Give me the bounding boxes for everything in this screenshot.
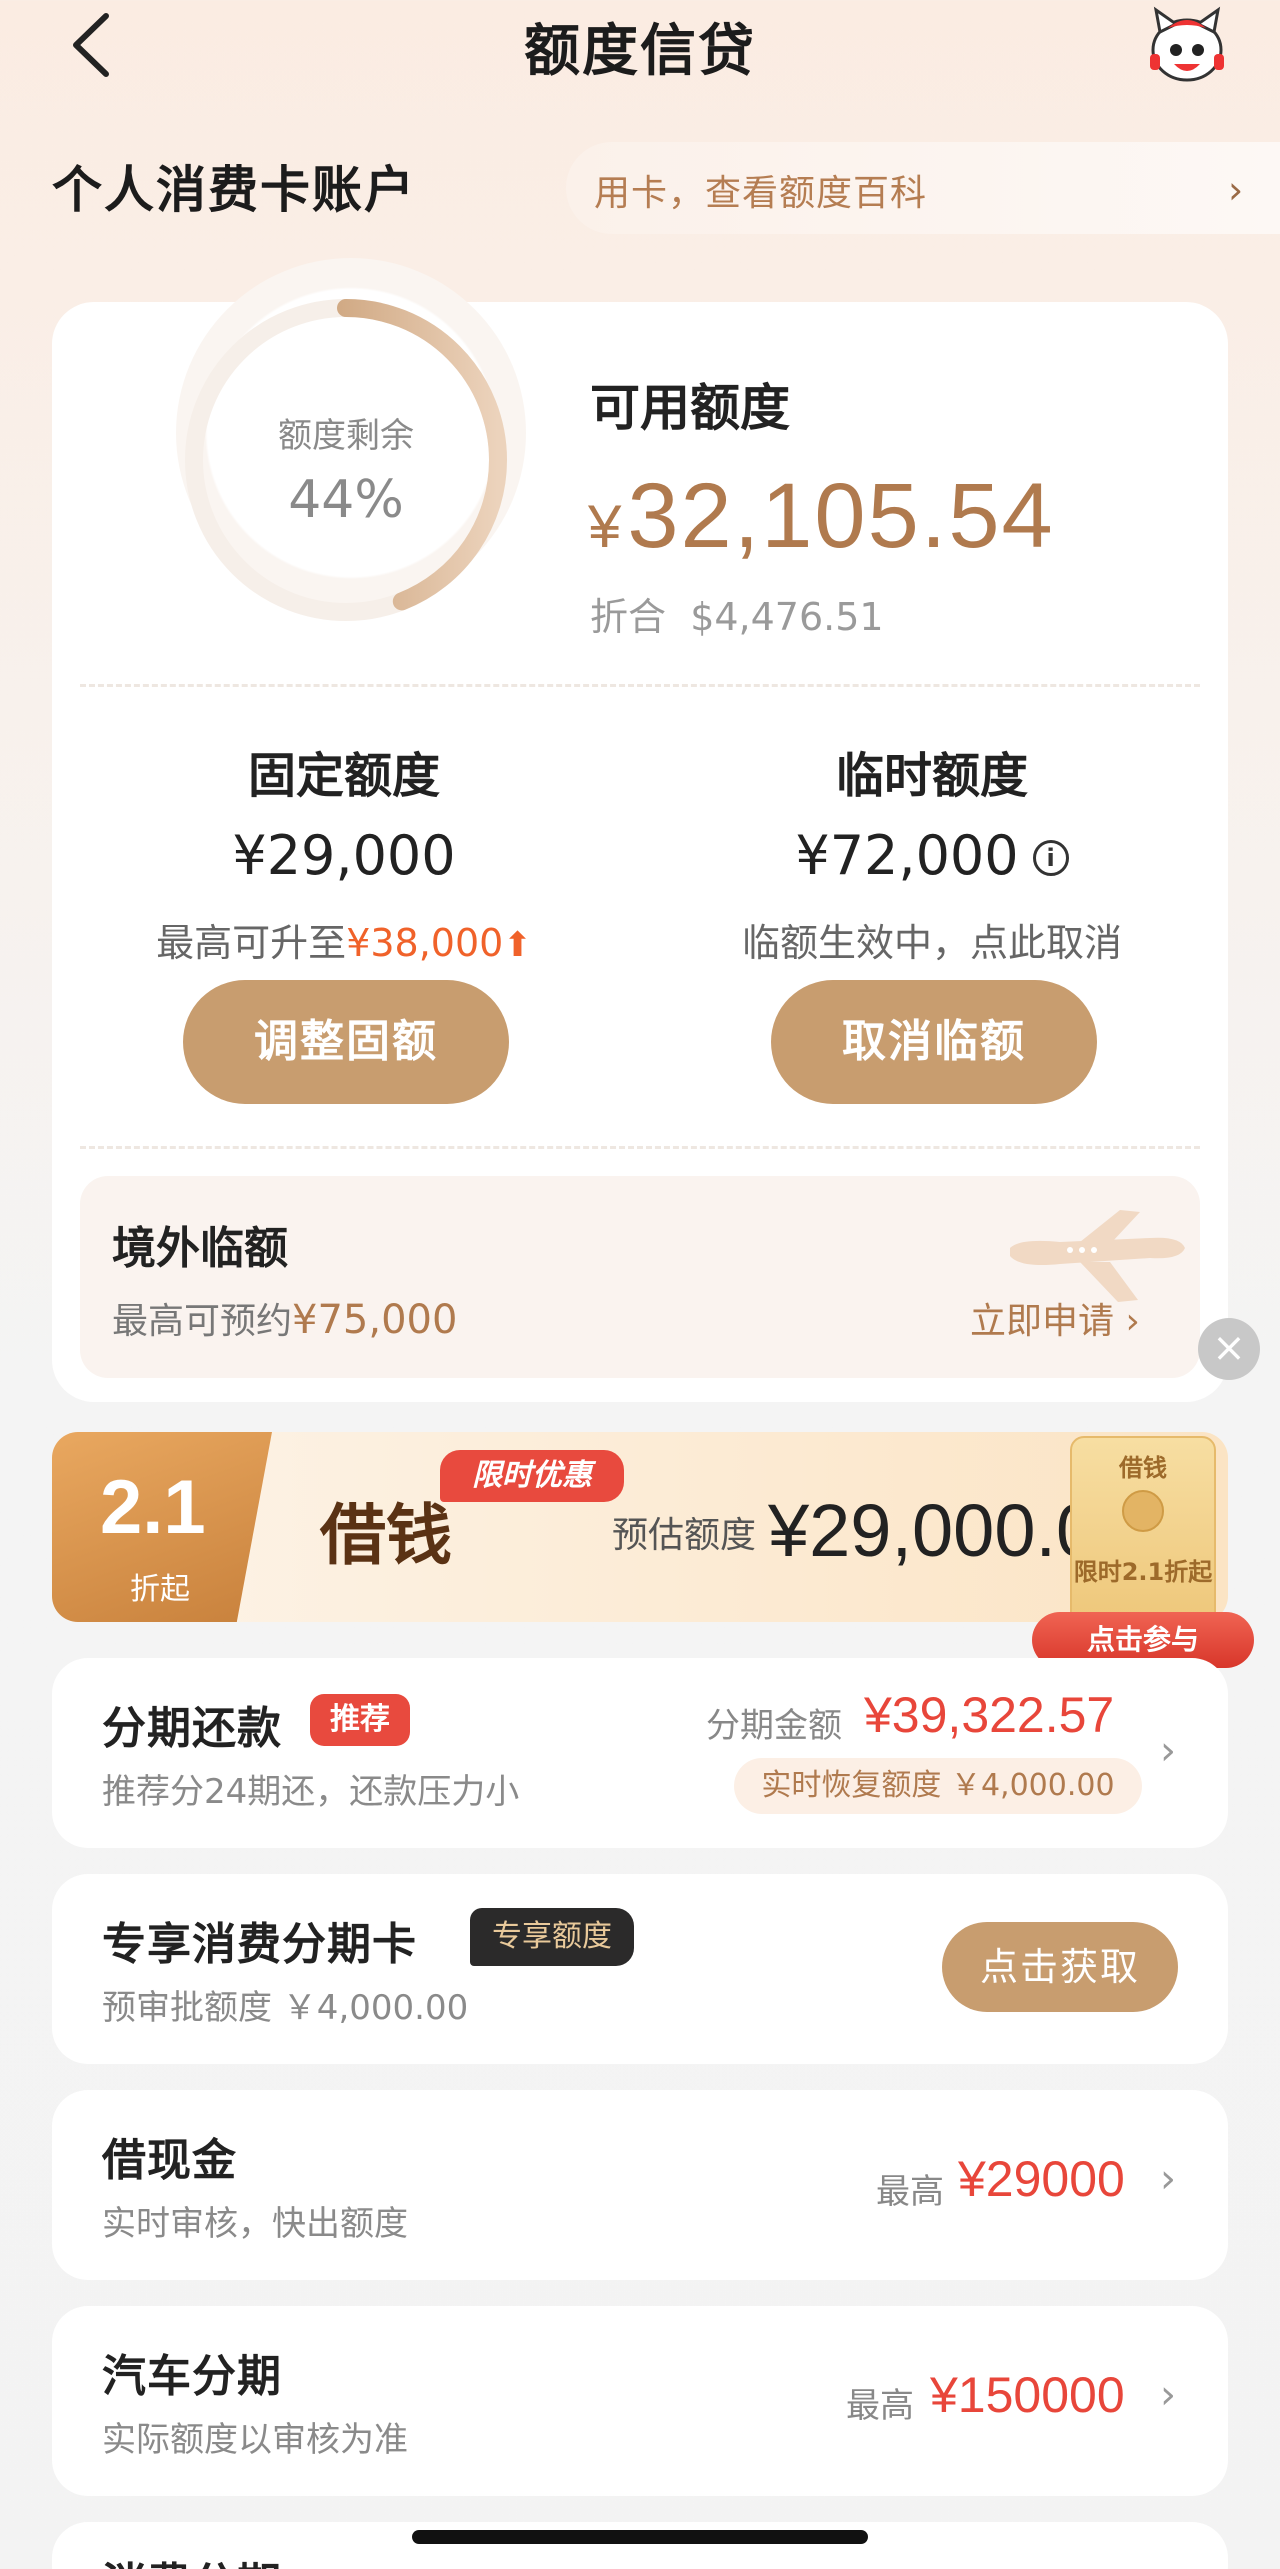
temp-credit-title: 临时额度 xyxy=(835,748,1028,804)
exclusive-credit-tag: 专享额度 xyxy=(470,1908,634,1966)
car-sub: 实际额度以审核为准 xyxy=(102,2420,408,2460)
home-indicator xyxy=(412,2530,868,2544)
limited-offer-tag: 限时优惠 xyxy=(440,1450,624,1502)
currency-symbol: ¥ xyxy=(588,493,624,560)
adjust-fixed-credit-button[interactable]: 调整固额 xyxy=(183,980,509,1104)
temp-credit-amount: ¥72,000 i xyxy=(652,824,1212,887)
ring-percent: 44% xyxy=(288,470,404,530)
mascot-icon[interactable] xyxy=(1146,6,1228,84)
chevron-right-icon: › xyxy=(1228,168,1244,212)
usd-equivalent: 折合 $4,476.51 xyxy=(590,586,884,641)
overseas-amount: ¥75,000 xyxy=(292,1297,458,1343)
car-title: 汽车分期 xyxy=(102,2351,282,2402)
recommend-tag: 推荐 xyxy=(310,1694,410,1746)
overseas-sub-label: 最高可预约 xyxy=(112,1301,293,1342)
available-amount-value: 32,105.54 xyxy=(627,465,1055,567)
available-credit-title: 可用额度 xyxy=(590,379,790,437)
cancel-temp-credit-button[interactable]: 取消临额 xyxy=(771,980,1097,1104)
remaining-credit-ring xyxy=(185,299,507,621)
account-title: 个人消费卡账户 xyxy=(52,161,416,219)
page-title: 额度信贷 xyxy=(524,19,756,84)
fixed-upgrade-hint: 最高可升至¥38,000⬆ xyxy=(64,912,624,967)
usd-amount: $4,476.51 xyxy=(690,595,884,639)
overseas-sub: 最高可预约¥75,000 xyxy=(112,1292,457,1344)
upgrade-label: 最高可升至 xyxy=(156,921,347,965)
ring-label: 额度剩余 xyxy=(278,416,414,456)
discount-number: 2.1 xyxy=(100,1465,206,1550)
apply-now-link[interactable]: 立即申请 › xyxy=(970,1292,1140,1344)
promo-title: 借钱 xyxy=(320,1496,452,1574)
temp-cancel-hint[interactable]: 临额生效中，点此取消 xyxy=(652,912,1212,967)
installment-amount: ¥39,322.57 xyxy=(864,1687,1115,1743)
close-icon[interactable]: × xyxy=(1198,1318,1260,1380)
up-arrow-icon: ⬆ xyxy=(503,925,532,965)
cash-sub: 实时审核，快出额度 xyxy=(102,2204,408,2244)
divider xyxy=(80,684,1200,687)
usd-label: 折合 xyxy=(590,595,667,639)
available-credit-amount: ¥32,105.54 xyxy=(588,464,1055,569)
temp-amount-value: ¥72,000 xyxy=(795,824,1019,887)
installment-sub: 推荐分24期还，还款压力小 xyxy=(102,1772,520,1812)
chevron-right-icon: › xyxy=(1160,2372,1176,2418)
overseas-title: 境外临额 xyxy=(112,1223,288,1274)
vip-card-sub: 预审批额度 ￥4,000.00 xyxy=(102,1988,469,2028)
cash-max-amount: ¥29000 xyxy=(958,2151,1125,2207)
fixed-credit-amount: ¥29,000 xyxy=(232,824,456,887)
cash-max-label: 最高 xyxy=(876,2172,944,2212)
car-max-label: 最高 xyxy=(846,2386,914,2426)
car-max-amount: ¥150000 xyxy=(930,2367,1125,2423)
get-now-button[interactable]: 点击获取 xyxy=(942,1922,1178,2012)
estimated-credit-label: 预估额度 xyxy=(612,1515,757,1556)
info-icon[interactable]: i xyxy=(1032,840,1069,876)
discount-label: 折起 xyxy=(130,1572,190,1607)
installment-amount-label: 分期金额 xyxy=(706,1706,842,1746)
chevron-right-icon: › xyxy=(1160,1728,1176,1774)
upgrade-amount: ¥38,000 xyxy=(346,921,504,965)
chevron-right-icon: › xyxy=(1160,2156,1176,2202)
envelope-title: 借钱 xyxy=(1119,1454,1167,1482)
envelope-discount: 限时2.1折起 xyxy=(1073,1558,1213,1586)
credit-wiki-text: 用卡，查看额度百科 xyxy=(594,173,928,214)
installment-title: 分期还款 xyxy=(102,1703,282,1754)
coin-icon xyxy=(1122,1490,1164,1532)
recover-credit-pill: 实时恢复额度 ￥4,000.00 xyxy=(734,1758,1142,1814)
consumer-installment-title: 消费分期 xyxy=(102,2548,282,2569)
vip-card-title: 专享消费分期卡 xyxy=(102,1919,417,1970)
estimated-credit-amount: ¥29,000.00 xyxy=(768,1489,1090,1572)
divider xyxy=(80,1146,1200,1149)
cash-title: 借现金 xyxy=(102,2135,237,2186)
fixed-credit-title: 固定额度 xyxy=(247,748,440,804)
